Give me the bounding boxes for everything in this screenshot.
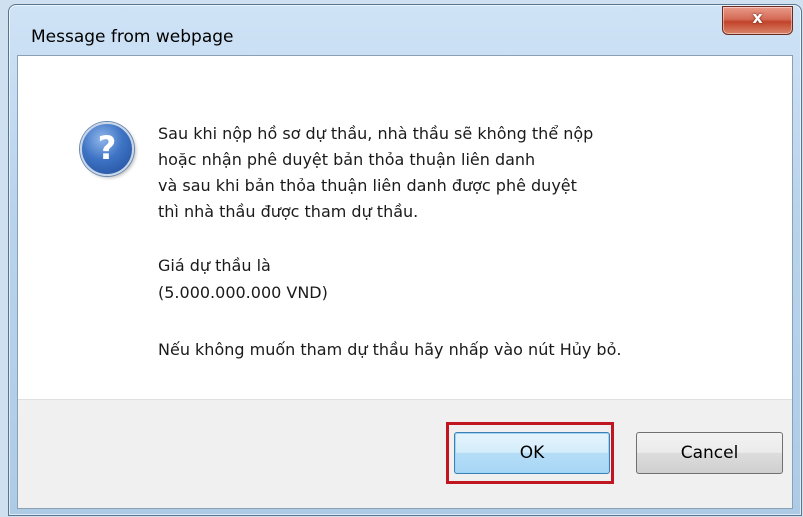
close-button[interactable]: x xyxy=(722,6,793,35)
ok-button[interactable]: OK xyxy=(454,432,610,474)
close-icon: x xyxy=(752,8,763,27)
dialog-window: Message from webpage x ? Sau khi nộp hồ … xyxy=(8,4,802,516)
question-icon: ? xyxy=(80,122,134,176)
cancel-button[interactable]: Cancel xyxy=(636,432,783,474)
dialog-content: ? Sau khi nộp hồ sơ dự thầu, nhà thầu sẽ… xyxy=(17,55,793,509)
message-line: hoặc nhận phê duyệt bản thỏa thuận liên … xyxy=(158,150,536,169)
message-line: và sau khi bản thỏa thuận liên danh được… xyxy=(158,176,577,195)
price-value: (5.000.000.000 VND) xyxy=(158,283,328,302)
window-title: Message from webpage xyxy=(31,27,234,47)
message-line: thì nhà thầu được tham dự thầu. xyxy=(158,202,419,221)
message-line: Sau khi nộp hồ sơ dự thầu, nhà thầu sẽ k… xyxy=(158,124,594,143)
cancel-instruction: Nếu không muốn tham dự thầu hãy nhấp vào… xyxy=(158,340,622,359)
button-bar: OK Cancel xyxy=(18,399,792,508)
title-bar[interactable]: Message from webpage x xyxy=(9,5,801,55)
price-label: Giá dự thầu là xyxy=(158,256,271,275)
